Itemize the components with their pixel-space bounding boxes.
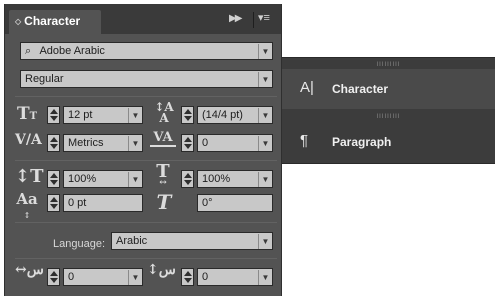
panel-tab-bar: ◇ Character ▶▶ ▾≡ xyxy=(5,4,281,34)
divider xyxy=(15,96,277,97)
kerning-stepper[interactable] xyxy=(47,134,60,152)
chevron-down-icon[interactable]: ▼ xyxy=(258,72,272,87)
diacritic-x-value: 0 xyxy=(68,271,75,283)
font-style-value: Regular xyxy=(25,73,64,85)
chevron-down-icon[interactable]: ▼ xyxy=(128,270,142,285)
skew-icon: T xyxy=(156,190,172,214)
font-size-stepper[interactable] xyxy=(47,106,60,124)
baseline-shift-value: 0 pt xyxy=(68,197,87,209)
chevron-updown-icon: ◇ xyxy=(15,17,22,26)
kerning-value: Metrics xyxy=(68,137,104,149)
tracking-icon: VA xyxy=(150,130,176,147)
tracking-stepper[interactable] xyxy=(181,134,194,152)
skew-field[interactable]: 0° xyxy=(197,194,273,212)
horizontal-scale-stepper[interactable] xyxy=(181,170,194,188)
paragraph-icon: ¶ xyxy=(300,132,309,149)
language-value: Arabic xyxy=(116,235,148,247)
chevron-down-icon[interactable]: ▼ xyxy=(258,234,272,249)
font-family-value: Adobe Arabic xyxy=(39,45,105,57)
divider xyxy=(15,258,277,259)
skew-value: 0° xyxy=(202,197,213,209)
diacritic-x-stepper[interactable] xyxy=(47,268,60,286)
font-size-value: 12 pt xyxy=(68,109,93,121)
leading-value: (14/4 pt) xyxy=(202,109,243,121)
chevron-down-icon[interactable]: ▼ xyxy=(128,172,142,187)
font-size-field[interactable]: 12 pt ▼ xyxy=(63,106,143,124)
tab-character[interactable]: ◇ Character xyxy=(9,10,101,34)
kerning-field[interactable]: Metrics ▼ xyxy=(63,134,143,152)
horizontal-scale-icon: T ↔ xyxy=(156,161,170,188)
language-select[interactable]: Arabic ▼ xyxy=(111,232,273,250)
diacritic-y-value: 0 xyxy=(202,271,209,283)
chevron-down-icon[interactable]: ▼ xyxy=(258,136,272,151)
vertical-scale-stepper[interactable] xyxy=(47,170,60,188)
divider xyxy=(15,160,277,161)
horizontal-scale-field[interactable]: 100% ▼ xyxy=(197,170,273,188)
diacritic-y-icon: ↕س xyxy=(147,262,176,278)
tab-character-label: Character xyxy=(24,14,81,28)
tab-separator xyxy=(253,12,254,28)
chevron-down-icon[interactable]: ▼ xyxy=(258,270,272,285)
character-panel: ◇ Character ▶▶ ▾≡ ⌕ Adobe Arabic ▼ Regula… xyxy=(4,4,282,296)
panel-menu-icon[interactable]: ▾≡ xyxy=(258,13,276,25)
chevron-down-icon[interactable]: ▼ xyxy=(258,108,272,123)
leading-icon: ↕A A xyxy=(154,100,174,125)
diacritic-y-field[interactable]: 0 ▼ xyxy=(197,268,273,286)
tracking-value: 0 xyxy=(202,137,209,149)
character-icon: A| xyxy=(300,79,314,96)
font-family-select[interactable]: ⌕ Adobe Arabic ▼ xyxy=(20,42,273,60)
font-style-select[interactable]: Regular ▼ xyxy=(20,70,273,88)
font-size-icon: TT xyxy=(16,104,38,124)
panel-button-character[interactable]: A| Character xyxy=(282,69,495,109)
vertical-scale-icon: ↕T xyxy=(15,166,44,187)
panel-button-paragraph[interactable]: ¶ Paragraph xyxy=(282,122,495,162)
language-label: Language: xyxy=(53,238,105,250)
chevron-down-icon[interactable]: ▼ xyxy=(128,136,142,151)
collapsed-panel-dock: IIIIIIIII A| Character IIIIIIIII ¶ Parag… xyxy=(282,57,495,164)
leading-stepper[interactable] xyxy=(181,106,194,124)
diacritic-y-stepper[interactable] xyxy=(181,268,194,286)
grip-handle[interactable]: IIIIIIIII xyxy=(282,114,495,120)
chevron-down-icon[interactable]: ▼ xyxy=(128,108,142,123)
panel-button-paragraph-label: Paragraph xyxy=(332,135,392,149)
grip-handle[interactable]: IIIIIIIII xyxy=(282,62,495,68)
leading-field[interactable]: (14/4 pt) ▼ xyxy=(197,106,273,124)
horizontal-scale-value: 100% xyxy=(202,173,231,185)
baseline-shift-field[interactable]: 0 pt xyxy=(63,194,143,212)
chevron-down-icon[interactable]: ▼ xyxy=(258,44,272,59)
chevron-down-icon[interactable]: ▼ xyxy=(258,172,272,187)
vertical-scale-field[interactable]: 100% ▼ xyxy=(63,170,143,188)
diacritic-x-field[interactable]: 0 ▼ xyxy=(63,268,143,286)
baseline-shift-stepper[interactable] xyxy=(47,194,60,212)
diacritic-x-icon: ↔س xyxy=(15,262,44,278)
kerning-icon: V/A xyxy=(15,132,42,148)
tracking-field[interactable]: 0 ▼ xyxy=(197,134,273,152)
collapse-panels-icon[interactable]: ▶▶ xyxy=(229,13,242,24)
divider xyxy=(15,222,277,223)
baseline-shift-icon: Aa ↕ xyxy=(16,190,38,221)
panel-button-character-label: Character xyxy=(332,82,389,96)
vertical-scale-value: 100% xyxy=(68,173,97,185)
search-icon: ⌕ xyxy=(25,45,32,57)
